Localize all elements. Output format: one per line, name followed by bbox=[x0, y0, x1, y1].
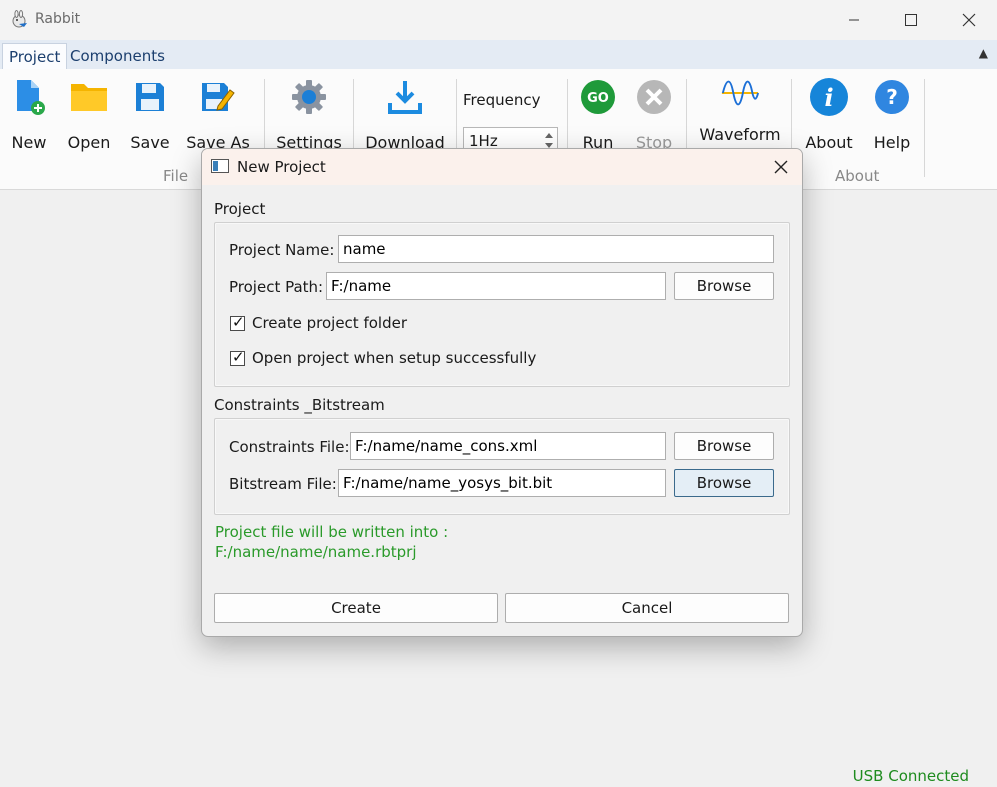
waveform-label: Waveform bbox=[699, 125, 781, 144]
status-bar: USB Connected bbox=[0, 765, 997, 787]
create-folder-label: Create project folder bbox=[252, 314, 407, 332]
new-project-dialog: New Project Project Project Name: Projec… bbox=[201, 148, 803, 637]
close-icon bbox=[962, 13, 976, 27]
output-info-path: F:/name/name/name.rbtprj bbox=[215, 543, 417, 561]
save-icon bbox=[130, 77, 170, 117]
window-titlebar: Rabbit bbox=[0, 0, 997, 40]
maximize-button[interactable] bbox=[882, 0, 940, 40]
new-button[interactable]: New bbox=[9, 77, 49, 152]
download-button[interactable]: Download bbox=[365, 77, 445, 152]
file-group-label: File bbox=[163, 167, 189, 185]
waveform-icon bbox=[720, 73, 760, 113]
bitstream-file-input[interactable] bbox=[338, 469, 666, 497]
ribbon-separator bbox=[924, 79, 925, 177]
dialog-close-button[interactable] bbox=[766, 152, 796, 182]
project-path-label: Project Path: bbox=[229, 278, 324, 296]
frequency-label: Frequency bbox=[463, 91, 541, 109]
help-button[interactable]: ? Help bbox=[872, 77, 912, 152]
save-button[interactable]: Save bbox=[130, 77, 170, 152]
open-project-checkbox[interactable] bbox=[230, 348, 245, 366]
folder-icon bbox=[69, 77, 109, 117]
usb-status: USB Connected bbox=[852, 767, 969, 785]
open-button[interactable]: Open bbox=[68, 77, 110, 152]
project-name-label: Project Name: bbox=[229, 241, 335, 259]
dialog-window-icon bbox=[211, 159, 229, 173]
close-window-button[interactable] bbox=[940, 0, 997, 40]
minimize-icon bbox=[849, 19, 859, 21]
constraints-file-input[interactable] bbox=[350, 432, 666, 460]
minimize-button[interactable] bbox=[825, 0, 883, 40]
maximize-icon bbox=[905, 14, 917, 26]
run-button[interactable]: GO Run bbox=[578, 77, 618, 152]
rabbit-app-icon bbox=[12, 10, 27, 28]
spin-arrows-icon[interactable] bbox=[543, 130, 555, 150]
bitstream-file-label: Bitstream File: bbox=[229, 475, 337, 493]
create-folder-checkbox[interactable] bbox=[230, 313, 245, 331]
waveform-button[interactable]: Waveform bbox=[699, 73, 781, 144]
gear-icon bbox=[289, 77, 329, 117]
stop-icon bbox=[634, 77, 674, 117]
ribbon-tabbar: Project Components bbox=[0, 40, 997, 70]
info-icon: i bbox=[809, 77, 849, 117]
about-group-label: About bbox=[835, 167, 880, 185]
open-label: Open bbox=[67, 133, 111, 152]
save-as-button[interactable]: Save As bbox=[186, 77, 250, 152]
new-file-icon bbox=[9, 77, 49, 117]
constraints-section-title: Constraints _Bitstream bbox=[214, 396, 385, 414]
go-icon: GO bbox=[578, 77, 618, 117]
cancel-button[interactable]: Cancel bbox=[505, 593, 789, 623]
new-label: New bbox=[11, 133, 47, 152]
project-name-input[interactable] bbox=[338, 235, 774, 263]
project-path-input[interactable] bbox=[326, 272, 666, 300]
settings-button[interactable]: Settings bbox=[276, 77, 342, 152]
create-button[interactable]: Create bbox=[214, 593, 498, 623]
tab-project[interactable]: Project bbox=[2, 43, 68, 70]
download-icon bbox=[385, 77, 425, 117]
open-project-label: Open project when setup successfully bbox=[252, 349, 537, 367]
window-title: Rabbit bbox=[35, 11, 81, 27]
about-button[interactable]: i About bbox=[805, 77, 853, 152]
close-icon bbox=[774, 160, 788, 174]
save-as-icon bbox=[198, 77, 238, 117]
dialog-titlebar: New Project bbox=[202, 149, 802, 185]
stop-button: Stop bbox=[634, 77, 674, 152]
dialog-title: New Project bbox=[237, 158, 326, 176]
bitstream-browse-button[interactable]: Browse bbox=[674, 469, 774, 497]
constraints-file-label: Constraints File: bbox=[229, 438, 350, 456]
output-info-line1: Project file will be written into : bbox=[215, 523, 449, 541]
svg-text:GO: GO bbox=[587, 91, 609, 106]
help-label: Help bbox=[873, 133, 911, 152]
help-icon: ? bbox=[872, 77, 912, 117]
ribbon-collapse-icon[interactable]: ▲ bbox=[979, 46, 988, 60]
svg-text:?: ? bbox=[886, 85, 898, 109]
constraints-browse-button[interactable]: Browse bbox=[674, 432, 774, 460]
tab-components[interactable]: Components bbox=[64, 43, 171, 69]
project-section-title: Project bbox=[214, 200, 266, 218]
project-path-browse-button[interactable]: Browse bbox=[674, 272, 774, 300]
save-label: Save bbox=[130, 133, 170, 152]
svg-text:i: i bbox=[824, 83, 833, 112]
about-label: About bbox=[805, 133, 853, 152]
